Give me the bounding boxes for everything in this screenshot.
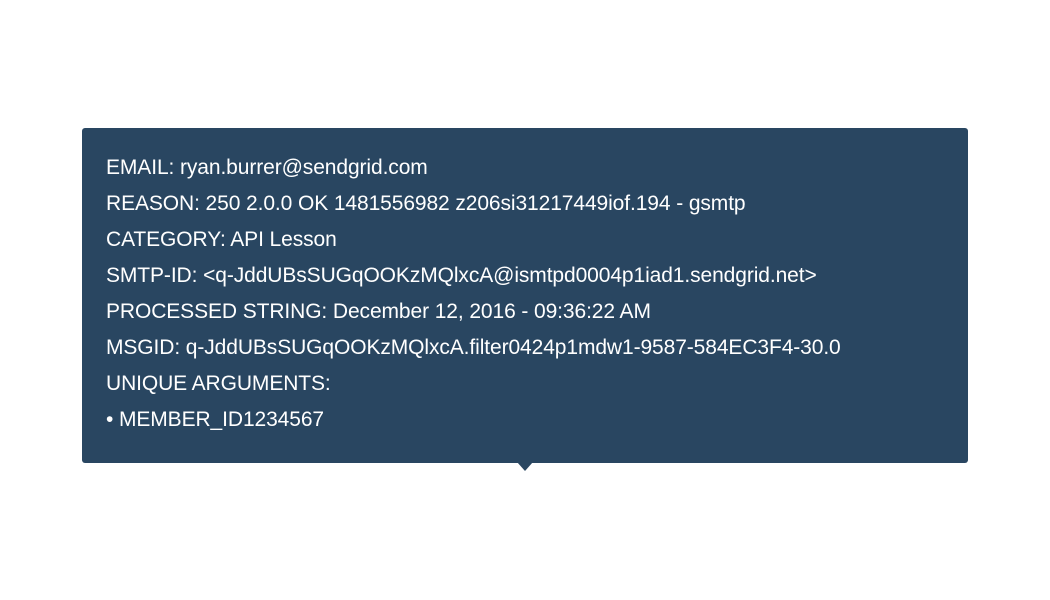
processed-string-line: PROCESSED STRING: December 12, 2016 - 09… bbox=[106, 300, 651, 323]
reason-line: REASON: 250 2.0.0 OK 1481556982 z206si31… bbox=[106, 192, 746, 215]
smtp-id-line: SMTP-ID: <q-JddUBsSUGqOOKzMQlxcA@ismtpd0… bbox=[106, 264, 817, 287]
category-line: CATEGORY: API Lesson bbox=[106, 228, 337, 251]
email-line: EMAIL: ryan.burrer@sendgrid.com bbox=[106, 156, 428, 179]
tooltip-arrow bbox=[517, 462, 533, 471]
unique-arguments-label: UNIQUE ARGUMENTS: bbox=[106, 372, 331, 395]
msgid-line: MSGID: q-JddUBsSUGqOOKzMQlxcA.filter0424… bbox=[106, 336, 841, 359]
event-details-tooltip: EMAIL: ryan.burrer@sendgrid.com REASON: … bbox=[82, 128, 968, 463]
unique-argument-item: • MEMBER_ID1234567 bbox=[106, 408, 324, 431]
